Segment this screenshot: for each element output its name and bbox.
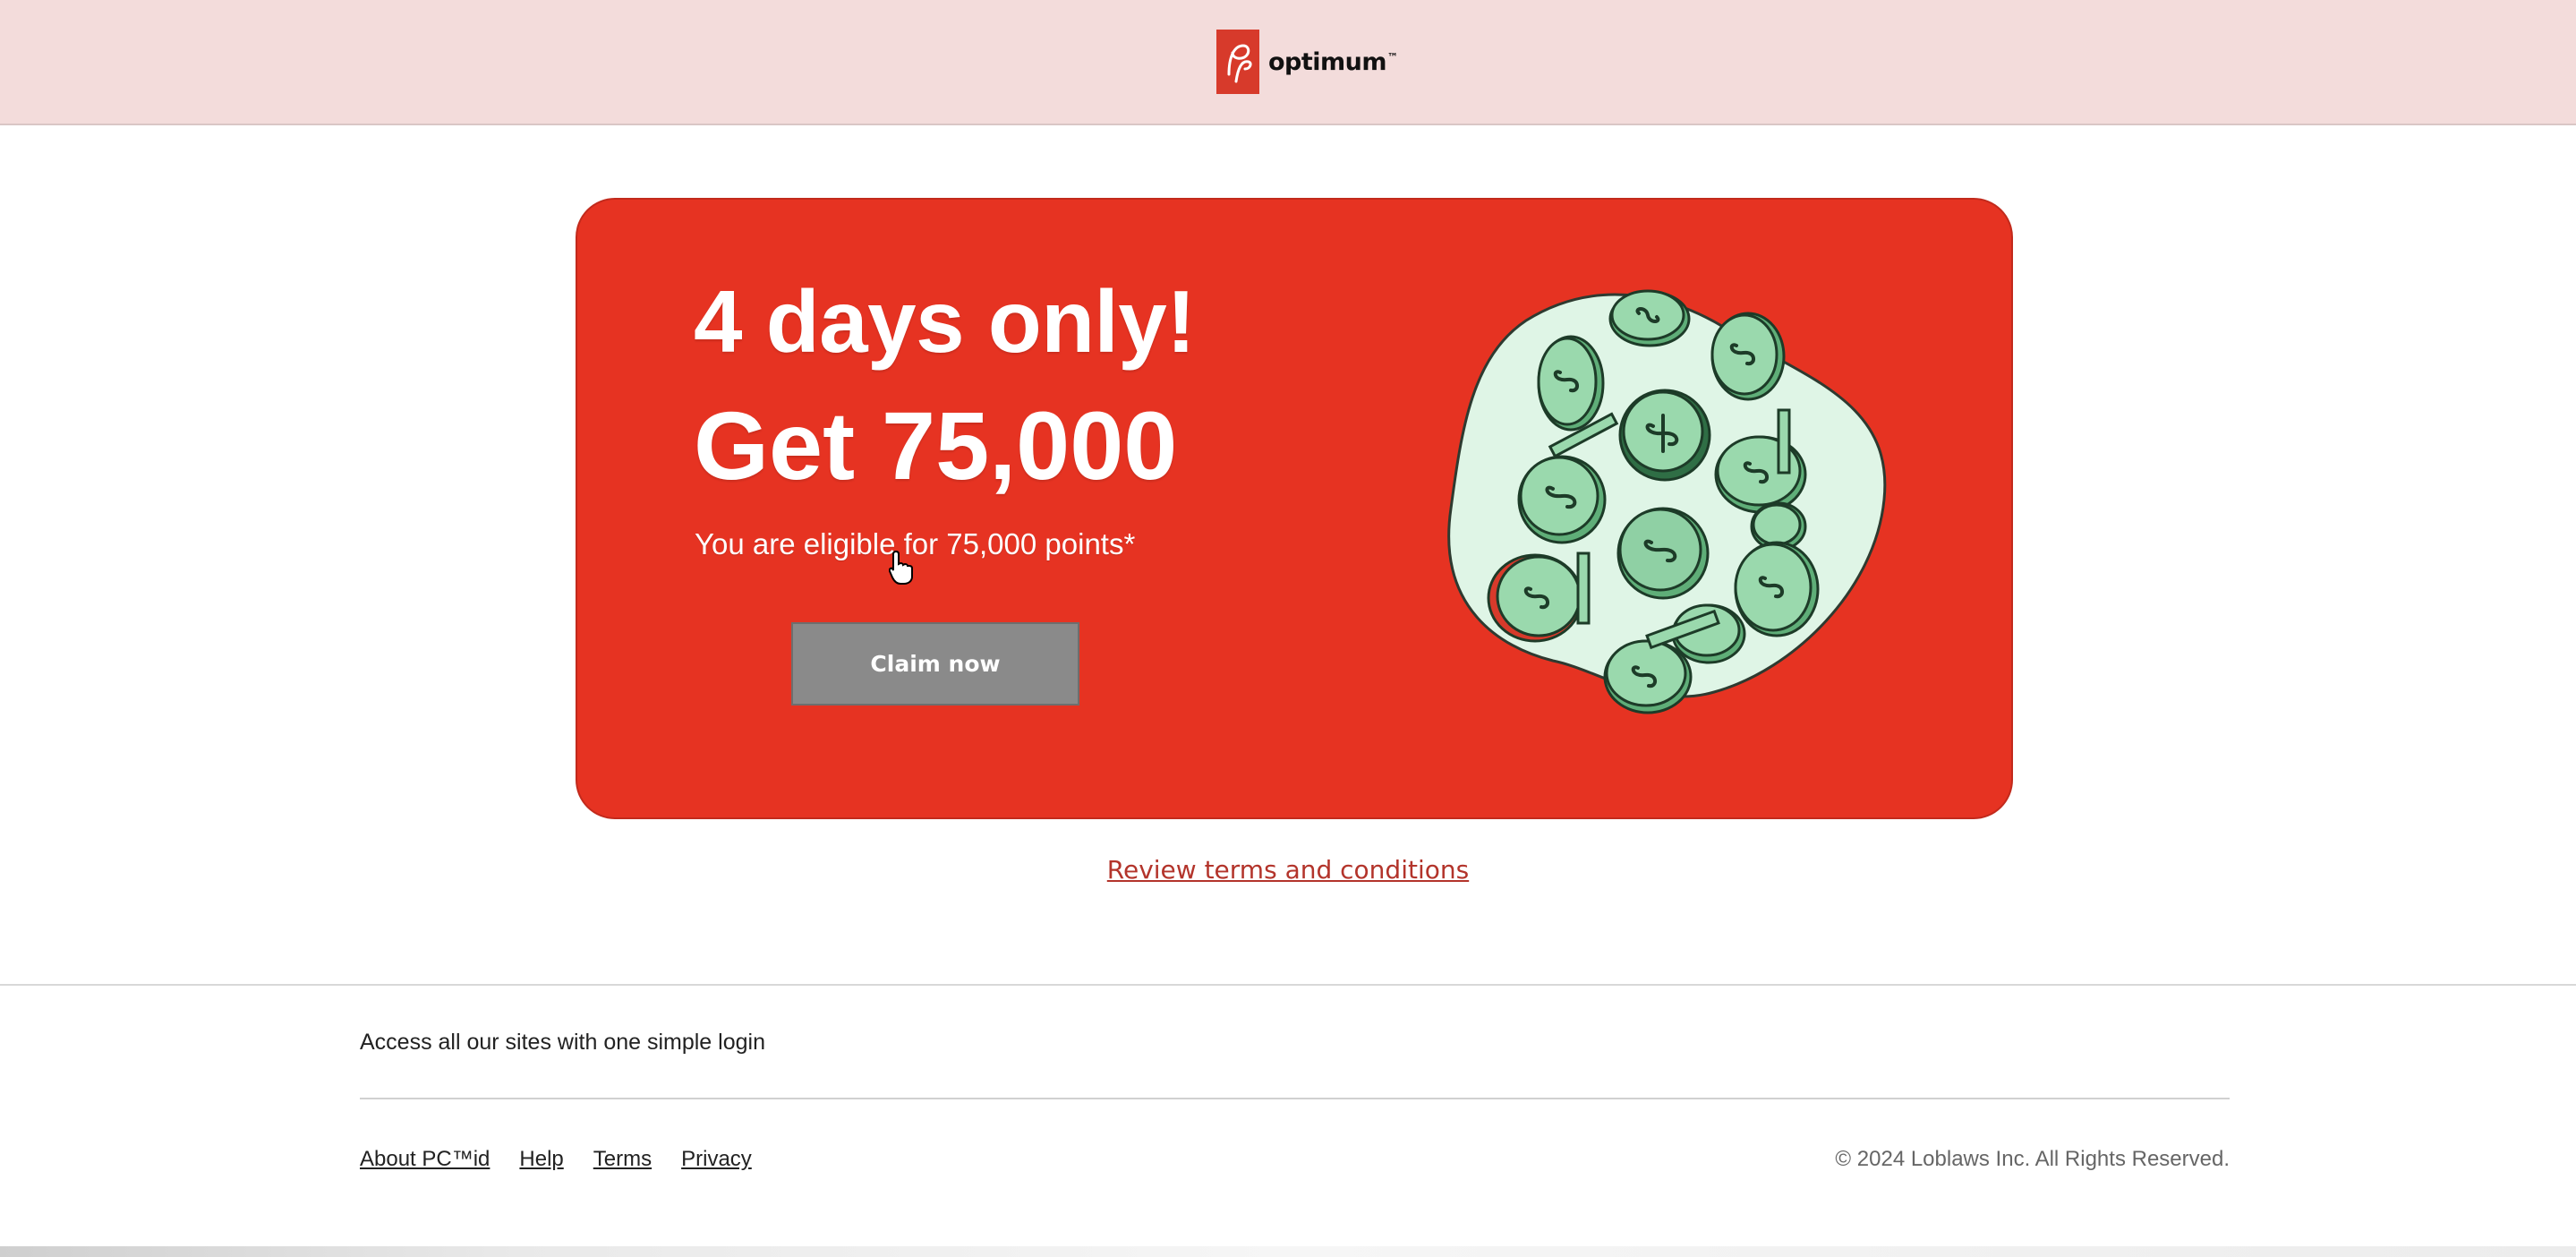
footer-link-privacy[interactable]: Privacy [681,1147,752,1172]
site-header: optimum™ [0,0,2576,125]
footer-inner-divider [360,1098,2230,1099]
footer-link-terms[interactable]: Terms [593,1147,652,1172]
optimum-wordmark: optimum™ [1268,47,1398,76]
footer-link-help[interactable]: Help [519,1147,563,1172]
review-terms-link[interactable]: Review terms and conditions [1107,855,1469,885]
terms-link-wrapper: Review terms and conditions [0,855,2576,885]
mouse-pointer-icon [889,550,913,585]
footer-links: About PC™id Help Terms Privacy [360,1147,752,1172]
footer-divider [0,984,2576,986]
promo-headline-points: Get 75,000 [694,391,1178,500]
pc-optimum-logo[interactable]: optimum™ [1216,30,1398,94]
dollar-coins-illustration-icon [1447,289,1887,714]
promo-headline-days: 4 days only! [694,272,1196,371]
promo-card: 4 days only! Get 75,000 You are eligible… [576,198,2013,819]
footer-link-about[interactable]: About PC™id [360,1147,490,1172]
pc-logo-mark-icon [1216,30,1259,94]
bottom-scroll-edge [0,1246,2576,1257]
claim-now-button[interactable]: Claim now [791,622,1079,705]
copyright-text: © 2024 Loblaws Inc. All Rights Reserved. [1835,1147,2230,1171]
footer-tagline: Access all our sites with one simple log… [360,1030,765,1055]
